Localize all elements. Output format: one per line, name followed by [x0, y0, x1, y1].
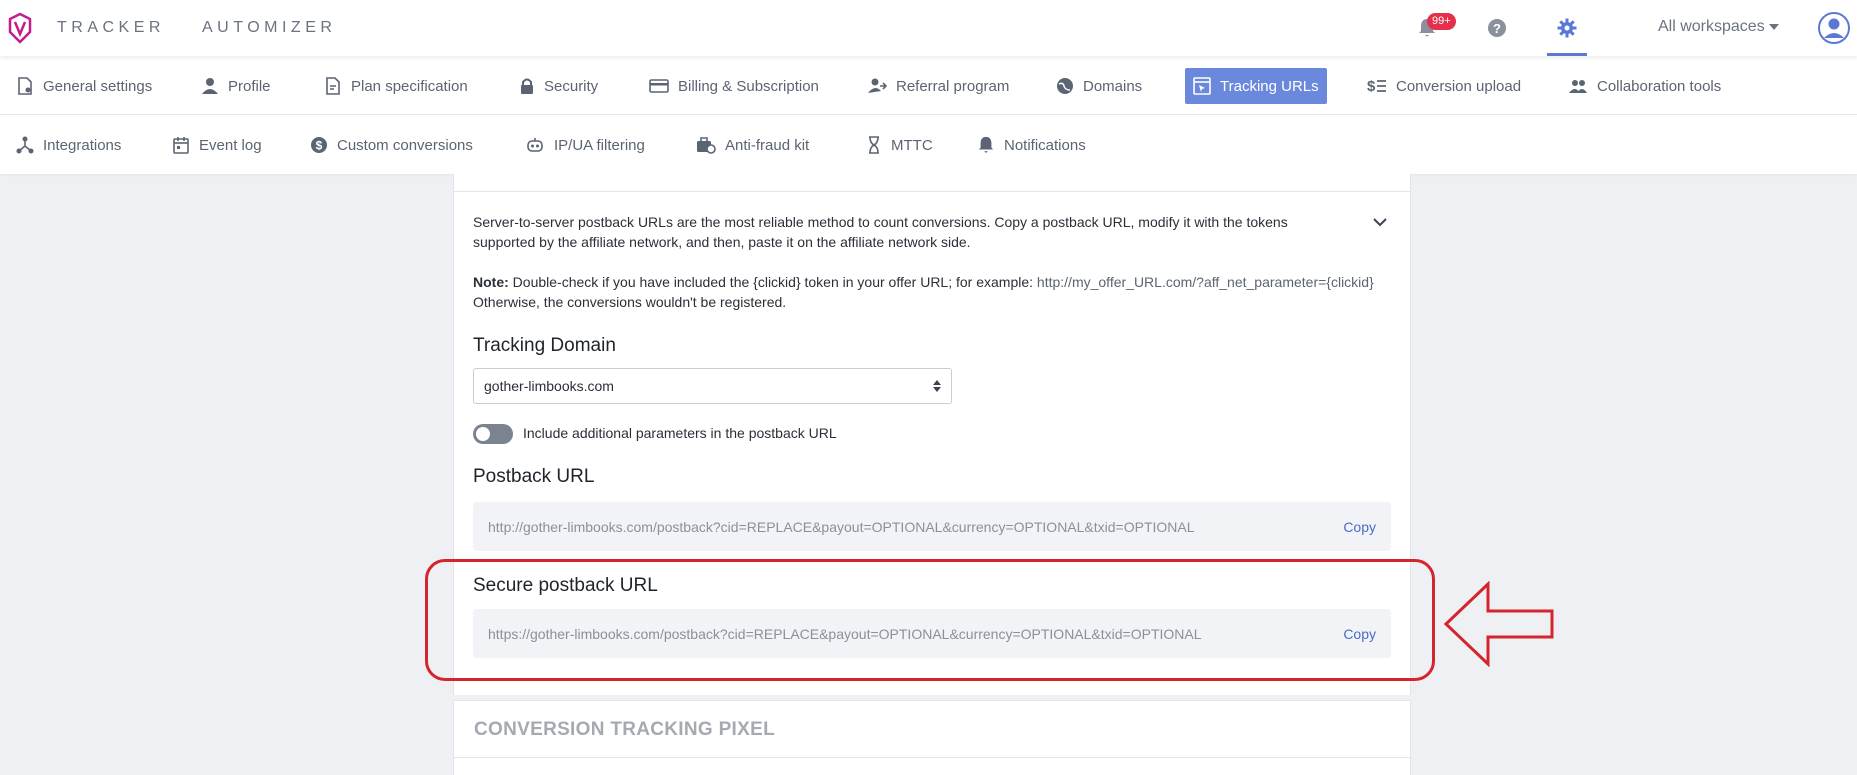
brand-name-tracker: TRACKER	[57, 19, 165, 36]
highlight-annotation-box	[425, 559, 1435, 681]
additional-params-toggle[interactable]	[473, 424, 513, 444]
tab-conversion-upload[interactable]: $ Conversion upload	[1359, 68, 1529, 104]
tab-label: Plan specification	[351, 77, 468, 95]
additional-params-label: Include additional parameters in the pos…	[523, 425, 837, 441]
dollar-circle-icon: $	[311, 137, 327, 153]
globe-icon	[1057, 78, 1073, 94]
settings-doc-icon	[18, 77, 32, 95]
tab-label: Domains	[1083, 77, 1143, 95]
integrations-icon	[16, 136, 34, 154]
arrow-left-annotation-icon	[1443, 581, 1554, 667]
settings-nav-row-1: General settings Profile Plan specificat…	[0, 56, 1857, 115]
conversion-tracking-pixel-section[interactable]: CONVERSION TRACKING PIXEL	[453, 700, 1412, 775]
workspaces-label: All workspaces	[1658, 18, 1765, 35]
tab-label: Anti-fraud kit	[725, 136, 810, 154]
robot-icon	[527, 138, 543, 152]
postback-description: Server-to-server postback URLs are the m…	[473, 214, 1288, 250]
gear-icon	[1557, 18, 1577, 38]
top-bar: TRACKER AUTOMIZER 99+ ? All workspaces	[0, 0, 1857, 56]
calendar-icon	[173, 137, 189, 154]
panel-divider	[453, 191, 1411, 192]
tab-profile[interactable]: Profile	[193, 68, 279, 104]
tab-event-log[interactable]: Event log	[164, 127, 270, 163]
tab-label: Security	[544, 77, 599, 95]
tab-integrations[interactable]: Integrations	[8, 127, 129, 163]
tab-mttc[interactable]: MTTC	[858, 127, 941, 163]
active-settings-indicator	[1547, 53, 1587, 56]
tab-referral-program[interactable]: Referral program	[859, 68, 1017, 104]
help-button[interactable]: ?	[1483, 14, 1511, 42]
workspaces-dropdown[interactable]: All workspaces	[1658, 18, 1779, 36]
bell-icon	[978, 136, 994, 153]
tab-label: Event log	[199, 136, 262, 154]
postback-url-field[interactable]: http://gother-limbooks.com/postback?cid=…	[473, 502, 1391, 551]
tracking-domain-value: gother-limbooks.com	[484, 378, 614, 394]
tab-label: Custom conversions	[337, 136, 473, 154]
note-text-1: Double-check if you have included the {c…	[508, 274, 1037, 290]
dollar-list-icon: $	[1367, 78, 1386, 95]
tab-label: Billing & Subscription	[678, 77, 819, 95]
sort-arrows-icon	[933, 380, 941, 392]
tab-label: Collaboration tools	[1597, 77, 1722, 95]
caret-down-icon	[1768, 24, 1779, 30]
postback-url-label: Postback URL	[473, 466, 595, 487]
tab-ip-ua-filtering[interactable]: IP/UA filtering	[517, 127, 653, 163]
tab-security[interactable]: Security	[511, 68, 606, 104]
tracking-domain-label: Tracking Domain	[473, 335, 616, 356]
note-text-2: Otherwise, the conversions wouldn't be r…	[473, 294, 787, 310]
person-icon	[202, 78, 218, 94]
tab-label: MTTC	[891, 136, 933, 154]
tracking-domain-select[interactable]: gother-limbooks.com	[473, 368, 952, 404]
note-example-url: http://my_offer_URL.com/?aff_net_paramet…	[1036, 274, 1374, 290]
svg-text:$: $	[316, 139, 323, 153]
clickid-note: Note: Double-check if you have included …	[473, 272, 1388, 312]
tracking-icon	[1193, 77, 1211, 95]
tab-label: IP/UA filtering	[554, 136, 645, 154]
tab-label: Referral program	[896, 77, 1010, 95]
section-title: CONVERSION TRACKING PIXEL	[474, 719, 775, 740]
tab-label: Profile	[228, 77, 271, 95]
tab-billing-subscription[interactable]: Billing & Subscription	[641, 68, 827, 104]
plan-doc-icon	[326, 77, 340, 95]
tab-plan-specification[interactable]: Plan specification	[316, 68, 476, 104]
hourglass-icon	[869, 136, 879, 154]
tab-general-settings[interactable]: General settings	[8, 68, 160, 104]
tab-tracking-urls[interactable]: Tracking URLs	[1185, 68, 1327, 104]
svg-text:?: ?	[1493, 21, 1501, 36]
user-avatar-icon[interactable]	[1818, 12, 1850, 44]
settings-button[interactable]	[1553, 14, 1581, 42]
referral-icon	[868, 78, 887, 93]
lock-icon	[521, 78, 533, 94]
note-label: Note:	[473, 274, 509, 290]
svg-text:$: $	[1367, 78, 1376, 95]
people-icon	[1569, 80, 1587, 93]
copy-postback-button[interactable]: Copy	[1343, 519, 1376, 535]
tab-label: Conversion upload	[1396, 77, 1522, 95]
section-divider	[454, 757, 1412, 758]
brand-name-automizer: AUTOMIZER	[202, 19, 337, 36]
tab-label: Integrations	[43, 136, 122, 154]
tab-collaboration-tools[interactable]: Collaboration tools	[1560, 68, 1729, 104]
postback-url-value: http://gother-limbooks.com/postback?cid=…	[488, 518, 1195, 535]
settings-nav-row-2: Integrations Event log $ Custom conversi…	[0, 115, 1857, 174]
tab-anti-fraud-kit[interactable]: Anti-fraud kit	[688, 127, 817, 163]
tab-label: Tracking URLs	[1220, 77, 1319, 95]
notifications-badge: 99+	[1427, 13, 1456, 30]
tab-custom-conversions[interactable]: $ Custom conversions	[302, 127, 481, 163]
chevron-down-icon[interactable]	[1372, 214, 1388, 230]
tracker-logo-icon[interactable]	[8, 12, 32, 44]
tab-notifications[interactable]: Notifications	[969, 127, 1094, 163]
fraud-kit-icon	[697, 137, 716, 154]
toggle-knob	[476, 427, 490, 441]
tab-label: General settings	[43, 77, 153, 95]
tab-domains[interactable]: Domains	[1048, 68, 1150, 104]
credit-card-icon	[649, 79, 669, 93]
question-circle-icon: ?	[1488, 19, 1506, 37]
tab-label: Notifications	[1004, 136, 1086, 154]
